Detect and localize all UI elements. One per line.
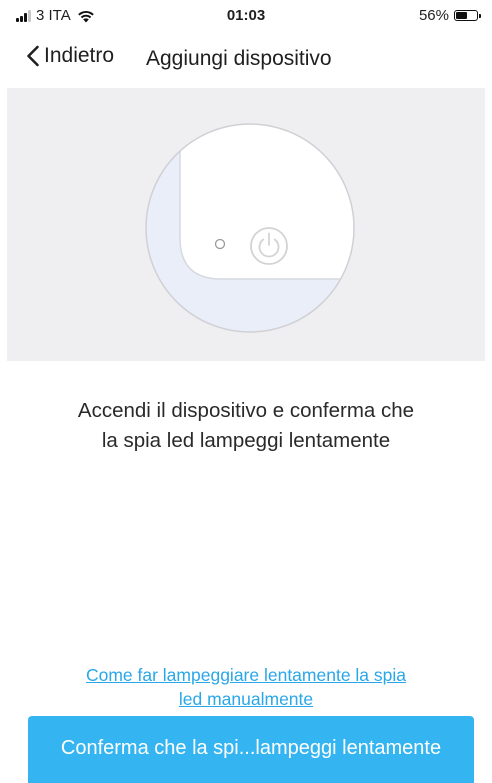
help-link-line-1: Come far lampeggiare lentamente la spia [85,665,407,685]
instruction-text: Accendi il dispositivo e conferma che la… [20,396,472,456]
battery-tip [479,14,481,18]
confirm-button[interactable]: Conferma che la spi...lampeggi lentament… [28,716,474,783]
battery-fill [456,12,468,19]
manual-blink-help-link[interactable]: Come far lampeggiare lentamente la spia … [30,663,462,711]
back-label: Indietro [44,44,115,67]
help-link-line-2: led manualmente [178,689,314,709]
battery-percent: 56% [418,7,449,24]
instruction-line-2: la spia led lampeggi lentamente [101,429,391,452]
instruction-line-1: Accendi il dispositivo e conferma che [77,399,415,422]
status-bar: 3 ITA 01:03 56% [0,0,492,30]
nav-bar: Indietro Aggiungi dispositivo [0,30,492,88]
status-right: 56% [418,7,481,24]
battery-icon [454,10,481,21]
page-title: Aggiungi dispositivo [146,47,332,70]
back-button[interactable]: Indietro [26,44,114,68]
device-illustration [145,123,355,333]
chevron-left-icon [27,45,39,67]
illustration-panel [7,88,485,361]
